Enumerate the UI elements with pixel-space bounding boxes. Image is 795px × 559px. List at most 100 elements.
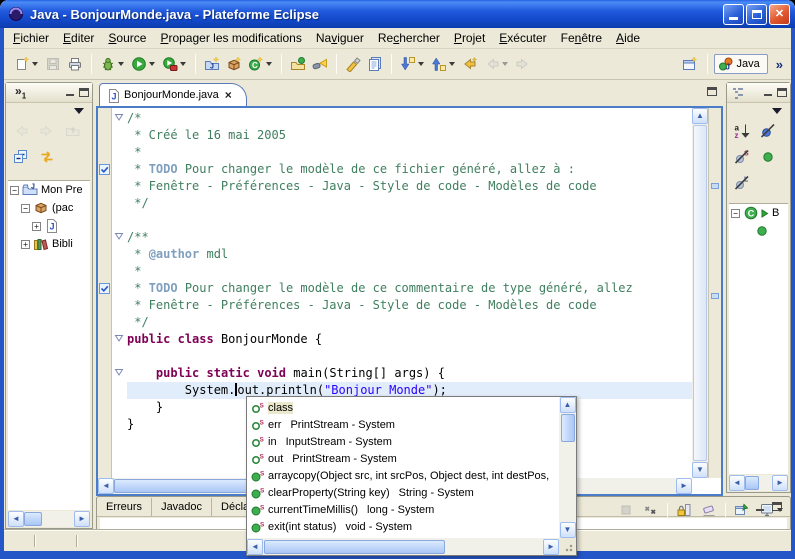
panel-maximize-button[interactable] (772, 502, 782, 511)
task-marker-icon[interactable] (99, 163, 111, 176)
code-line[interactable] (113, 348, 692, 365)
fold-handle-icon[interactable] (113, 229, 127, 246)
overview-task-marker[interactable] (711, 293, 719, 299)
code-line[interactable]: /** (113, 229, 692, 246)
back-button[interactable] (10, 120, 32, 142)
collapse-all-button[interactable] (10, 146, 32, 168)
code-line[interactable]: public class BonjourMonde { (113, 331, 692, 348)
overview-task-marker[interactable] (711, 183, 719, 189)
dropdown-arrow-icon[interactable] (32, 62, 38, 66)
code-line[interactable]: * (113, 263, 692, 280)
menu-aide[interactable]: Aide (609, 29, 647, 47)
task-marker-icon[interactable] (99, 282, 111, 295)
completion-item-arraycopy[interactable]: Sarraycopy(Object src, int srcPos, Objec… (251, 467, 558, 484)
menu-editer[interactable]: Editer (56, 29, 101, 47)
code-line[interactable]: * Fenêtre - Préférences - Java - Style d… (113, 178, 692, 195)
dropdown-arrow-icon[interactable] (180, 62, 186, 66)
menu-projet[interactable]: Projet (447, 29, 492, 47)
hide-fields-button[interactable] (757, 120, 779, 142)
new-package-button[interactable] (223, 53, 245, 75)
run-external-button[interactable] (159, 53, 190, 75)
run-button[interactable] (128, 53, 159, 75)
tree-item-mon-pre[interactable]: −JMon Pre (8, 181, 90, 199)
view-tab-overflow[interactable]: »1 (9, 84, 26, 100)
last-edit-button[interactable] (459, 53, 481, 75)
javadoc-button[interactable] (364, 53, 386, 75)
tree-expander-icon[interactable]: + (32, 222, 41, 231)
view-menu-icon[interactable] (772, 108, 782, 114)
menu-propager-les-modifications[interactable]: Propager les modifications (153, 29, 308, 47)
menu-fichier[interactable]: Fichier (6, 29, 56, 47)
popup-vscrollbar[interactable]: ▲▼ (559, 397, 576, 538)
code-line[interactable] (113, 212, 692, 229)
menu-exécuter[interactable]: Exécuter (492, 29, 553, 47)
prev-annotation-button[interactable] (428, 53, 459, 75)
code-line[interactable]: * TODO Pour changer le modèle de ce comm… (113, 280, 692, 297)
bottom-tab-erreurs[interactable]: Erreurs (97, 498, 152, 516)
fold-handle-icon[interactable] (113, 331, 127, 348)
new-java-project-button[interactable]: J (201, 53, 223, 75)
tree-item-pac[interactable]: −(pac (8, 199, 90, 217)
completion-item-err[interactable]: SerrPrintStream - System (251, 416, 558, 433)
code-line[interactable]: * TODO Pour changer le modèle de ce fich… (113, 161, 692, 178)
completion-item-exit[interactable]: Sexit(int status)void - System (251, 518, 558, 535)
code-line[interactable]: * Créé le 16 mai 2005 (113, 127, 692, 144)
hide-local-button[interactable]: L (731, 172, 753, 194)
sort-az-button[interactable]: az (731, 120, 753, 142)
tree-item-node[interactable]: +J (8, 217, 90, 235)
toolbar-overflow-chevron[interactable]: » (772, 57, 787, 72)
close-button[interactable]: ✕ (769, 4, 790, 25)
code-line[interactable]: */ (113, 314, 692, 331)
view-maximize-button[interactable] (79, 88, 89, 97)
explorer-hscrollbar[interactable]: ◄► (8, 511, 90, 527)
code-line[interactable]: */ (113, 195, 692, 212)
bottom-tab-javadoc[interactable]: Javadoc (152, 498, 212, 516)
open-perspective-button[interactable] (679, 53, 701, 75)
view-maximize-button[interactable] (777, 88, 787, 97)
save-button[interactable] (42, 53, 64, 75)
code-line[interactable]: /* (113, 110, 692, 127)
dropdown-arrow-icon[interactable] (149, 62, 155, 66)
dropdown-arrow-icon[interactable] (449, 62, 455, 66)
ball-green-button[interactable] (757, 146, 779, 168)
editor-tab-close-icon[interactable]: × (225, 88, 232, 102)
tree-expander-icon[interactable]: − (10, 186, 19, 195)
java-perspective-button[interactable]: J Java (714, 54, 768, 74)
forward-button[interactable] (512, 53, 534, 75)
editor-maximize-button[interactable] (707, 87, 717, 96)
tree-expander-icon[interactable]: − (21, 204, 30, 213)
code-line[interactable]: public static void main(String[] args) { (113, 365, 692, 382)
completion-item-class[interactable]: Sclass (251, 399, 558, 416)
tree-item-b[interactable]: −CB (729, 204, 788, 222)
code-line[interactable]: * @author mdl (113, 246, 692, 263)
link-editor-button[interactable] (36, 146, 58, 168)
tree-expander-icon[interactable]: − (731, 209, 740, 218)
search-button[interactable] (309, 53, 331, 75)
tree-expander-icon[interactable]: + (21, 240, 30, 249)
dropdown-arrow-icon[interactable] (266, 62, 272, 66)
tree-item-bibli[interactable]: +Bibli (8, 235, 90, 253)
menu-fenêtre[interactable]: Fenêtre (554, 29, 609, 47)
panel-minimize-button[interactable] (755, 503, 765, 512)
code-line[interactable]: * (113, 144, 692, 161)
view-minimize-button[interactable] (65, 88, 75, 97)
hide-static-button[interactable]: S (731, 146, 753, 168)
popup-resize-grip[interactable] (559, 538, 576, 555)
next-annotation-button[interactable] (397, 53, 428, 75)
up-home-button[interactable] (62, 120, 84, 142)
outline-hscrollbar[interactable]: ◄► (729, 475, 788, 491)
new-wizard-button[interactable] (11, 53, 42, 75)
maximize-button[interactable] (746, 4, 767, 25)
mark-occurrences-button[interactable] (342, 53, 364, 75)
dropdown-arrow-icon[interactable] (118, 62, 124, 66)
editor-vscrollbar[interactable]: ▲ ▼ (692, 108, 708, 478)
view-minimize-button[interactable] (763, 88, 773, 97)
menu-source[interactable]: Source (101, 29, 153, 47)
open-type-button[interactable] (287, 53, 309, 75)
debug-button[interactable] (97, 53, 128, 75)
view-menu-icon[interactable] (74, 108, 84, 114)
code-line[interactable]: * Fenêtre - Préférences - Java - Style d… (113, 297, 692, 314)
menu-naviguer[interactable]: Naviguer (309, 29, 371, 47)
editor-tab-bonjourmonde[interactable]: J BonjourMonde.java × (99, 83, 247, 106)
dropdown-arrow-icon[interactable] (502, 62, 508, 66)
